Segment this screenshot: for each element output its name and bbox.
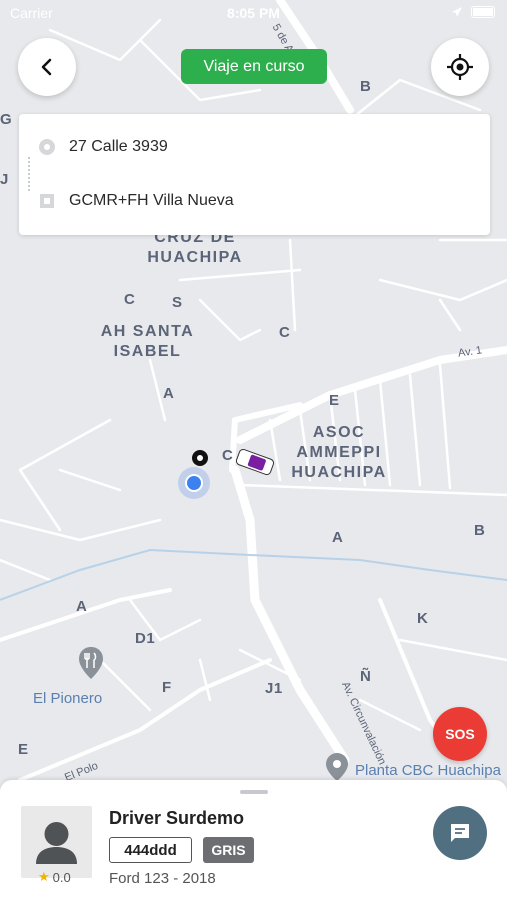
map-letter: E: [18, 741, 29, 758]
map-letter: C: [124, 291, 136, 308]
destination-square-icon: [40, 194, 54, 208]
chevron-left-icon: [41, 58, 52, 76]
vehicle-model: Ford 123 - 2018: [109, 870, 216, 887]
map-letter: B: [360, 78, 372, 95]
map-letter: A: [163, 385, 175, 402]
chat-button[interactable]: [433, 806, 487, 860]
chat-bubble-icon: [451, 824, 469, 842]
origin-address: 27 Calle 3939: [69, 138, 168, 155]
map-letter: E: [329, 392, 340, 409]
car-marker: [235, 448, 275, 476]
destination-address: GCMR+FH Villa Nueva: [69, 192, 234, 209]
locate-me-button[interactable]: [431, 38, 489, 96]
sos-button[interactable]: SOS: [433, 707, 487, 761]
driver-name: Driver Surdemo: [109, 808, 245, 828]
area-label-ah-santa-isabel: AH SANTA ISABEL: [100, 323, 195, 360]
user-location-marker: [178, 467, 210, 499]
star-icon: ★: [38, 869, 50, 884]
map-letter: S: [172, 294, 183, 311]
person-icon: [36, 822, 77, 864]
map-letter: C: [222, 447, 234, 464]
license-plate: 444ddd: [109, 837, 192, 863]
battery-icon: [471, 6, 495, 18]
map-pin-icon[interactable]: [325, 752, 349, 782]
restaurant-icon[interactable]: [78, 646, 104, 680]
driver-sheet[interactable]: ★ 0.0 Driver Surdemo 444ddd GRIS Ford 12…: [0, 780, 507, 900]
vehicle-color-badge: GRIS: [203, 837, 254, 863]
map-letter: J: [0, 171, 9, 188]
map-letter: Ñ: [360, 668, 372, 685]
map-letter: B: [474, 522, 486, 539]
clock: 8:05 PM: [227, 5, 280, 21]
map-letter: A: [76, 598, 88, 615]
map-letter: C: [279, 324, 291, 341]
map-letter: F: [162, 679, 172, 696]
rating-value: 0.0: [52, 869, 71, 885]
map-letter: J1: [265, 680, 283, 697]
route-connector: [28, 157, 30, 191]
map-letter: D1: [135, 630, 156, 647]
driver-avatar: [21, 806, 92, 878]
location-arrow-icon: [452, 7, 462, 17]
back-button[interactable]: [18, 38, 76, 96]
poi-label-planta[interactable]: Planta CBC Huachipa: [355, 762, 501, 779]
route-card[interactable]: 27 Calle 3939 GCMR+FH Villa Nueva: [19, 114, 490, 235]
poi-label-el-pionero[interactable]: El Pionero: [33, 690, 102, 707]
map-letter: K: [417, 610, 429, 627]
map-letter: A: [332, 529, 344, 546]
crosshair-icon: [447, 54, 473, 80]
origin-dot-icon: [39, 139, 55, 155]
map-letter: G: [0, 111, 13, 128]
trip-status-badge: Viaje en curso: [181, 49, 327, 84]
area-label-asoc-ammeppi: ASOC AMMEPPI HUACHIPA: [291, 424, 387, 481]
origin-row[interactable]: 27 Calle 3939: [19, 132, 490, 162]
status-bar: Carrier 8:05 PM: [0, 0, 507, 28]
driver-rating: ★ 0.0: [38, 869, 71, 885]
sheet-handle[interactable]: [240, 790, 268, 794]
destination-row[interactable]: GCMR+FH Villa Nueva: [19, 186, 490, 216]
